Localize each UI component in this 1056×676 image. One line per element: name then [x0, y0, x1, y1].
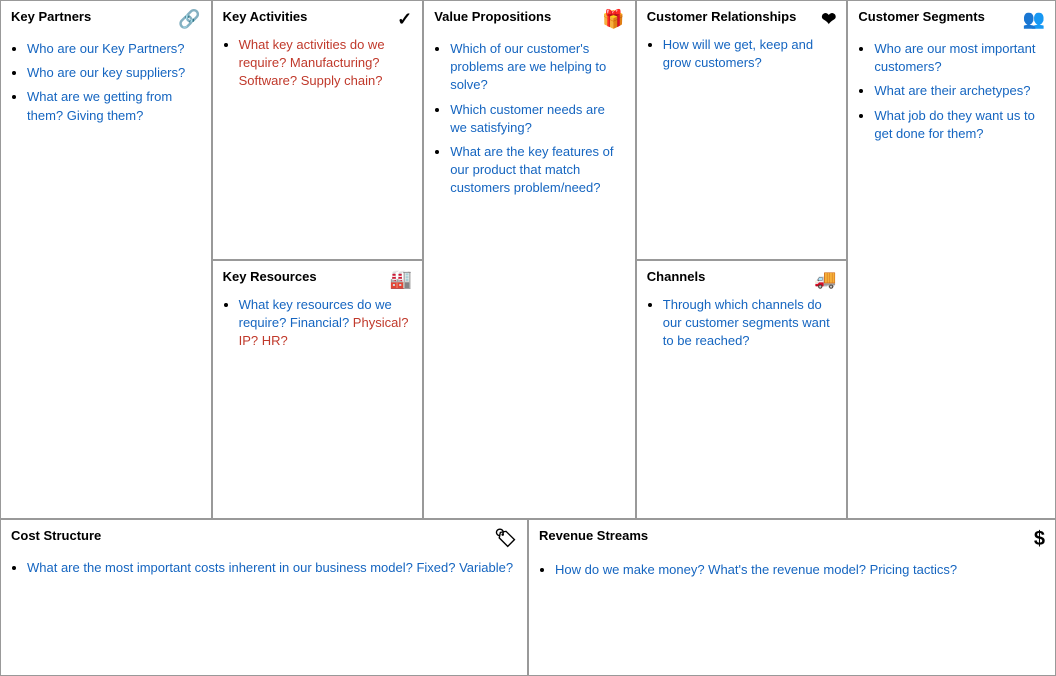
customer-segments-icon: 👥	[1023, 9, 1045, 30]
key-resources-list: What key resources do we require? Financ…	[223, 296, 413, 351]
list-item: Through which channels do our customer s…	[663, 296, 837, 351]
key-partners-header: Key Partners 🔗	[11, 9, 201, 30]
list-item: Which of our customer's problems are we …	[450, 40, 625, 95]
list-item: Who are our Key Partners?	[27, 40, 201, 58]
channels-title: Channels	[647, 269, 706, 284]
key-partners-list: Who are our Key Partners? Who are our ke…	[11, 40, 201, 131]
key-resources-title: Key Resources	[223, 269, 317, 284]
key-activities-icon: ✓	[397, 9, 412, 30]
channels-cell: Channels 🚚 Through which channels do our…	[637, 261, 847, 519]
channels-header: Channels 🚚	[647, 269, 837, 290]
revenue-streams-icon: $	[1034, 528, 1045, 551]
key-activities-list: What key activities do we require? Manuf…	[223, 36, 413, 91]
top-section: Key Partners 🔗 Who are our Key Partners?…	[1, 1, 1055, 520]
cost-structure-header: Cost Structure 🏷	[11, 528, 517, 549]
list-item: Who are our key suppliers?	[27, 64, 201, 82]
key-resources-icon: 🏭	[390, 269, 412, 290]
customer-relationships-header: Customer Relationships ❤	[647, 9, 837, 30]
key-resources-header: Key Resources 🏭	[223, 269, 413, 290]
revenue-streams-title: Revenue Streams	[539, 528, 648, 543]
list-item: What are their archetypes?	[874, 82, 1045, 100]
list-item: What are we getting from them? Giving th…	[27, 88, 201, 124]
list-item: Which customer needs are we satisfying?	[450, 101, 625, 137]
cost-structure-title: Cost Structure	[11, 528, 101, 543]
list-item: What key activities do we require? Manuf…	[239, 36, 413, 91]
value-propositions-list: Which of our customer's problems are we …	[434, 40, 625, 204]
list-item: How will we get, keep and grow customers…	[663, 36, 837, 72]
customer-segments-title: Customer Segments	[858, 9, 984, 24]
revenue-streams-list: How do we make money? What's the revenue…	[539, 561, 1045, 585]
activities-resources-col: Key Activities ✓ What key activities do …	[213, 1, 425, 518]
cost-structure-cell: Cost Structure 🏷 What are the most impor…	[1, 520, 529, 675]
value-propositions-cell: Value Propositions 🎁 Which of our custom…	[424, 1, 637, 518]
business-model-canvas: Key Partners 🔗 Who are our Key Partners?…	[0, 0, 1056, 676]
list-item: How do we make money? What's the revenue…	[555, 561, 1045, 579]
key-partners-title: Key Partners	[11, 9, 91, 24]
list-item: What are the key features of our product…	[450, 143, 625, 198]
value-propositions-header: Value Propositions 🎁	[434, 9, 625, 30]
revenue-streams-header: Revenue Streams $	[539, 528, 1045, 551]
customer-relationships-cell: Customer Relationships ❤ How will we get…	[637, 1, 847, 261]
revenue-streams-cell: Revenue Streams $ How do we make money? …	[529, 520, 1055, 675]
key-activities-header: Key Activities ✓	[223, 9, 413, 30]
list-item: What job do they want us to get done for…	[874, 107, 1045, 143]
key-resources-cell: Key Resources 🏭 What key resources do we…	[213, 261, 423, 519]
customer-segments-list: Who are our most important customers? Wh…	[858, 40, 1045, 149]
value-propositions-title: Value Propositions	[434, 9, 551, 24]
key-activities-cell: Key Activities ✓ What key activities do …	[213, 1, 423, 261]
list-item: What key resources do we require? Financ…	[239, 296, 413, 351]
cost-structure-icon: 🏷	[494, 528, 517, 549]
customer-segments-header: Customer Segments 👥	[858, 9, 1045, 30]
list-item: What are the most important costs inhere…	[27, 559, 517, 577]
relationships-channels-col: Customer Relationships ❤ How will we get…	[637, 1, 849, 518]
customer-relationships-title: Customer Relationships	[647, 9, 797, 24]
list-item: Who are our most important customers?	[874, 40, 1045, 76]
key-partners-icon: 🔗	[178, 9, 200, 30]
customer-segments-cell: Customer Segments 👥 Who are our most imp…	[848, 1, 1055, 518]
channels-list: Through which channels do our customer s…	[647, 296, 837, 351]
value-propositions-icon: 🎁	[602, 9, 624, 30]
key-partners-cell: Key Partners 🔗 Who are our Key Partners?…	[1, 1, 213, 518]
customer-relationships-icon: ❤	[821, 9, 836, 30]
bottom-section: Cost Structure 🏷 What are the most impor…	[1, 520, 1055, 675]
cost-structure-list: What are the most important costs inhere…	[11, 559, 517, 583]
customer-relationships-list: How will we get, keep and grow customers…	[647, 36, 837, 72]
channels-icon: 🚚	[814, 269, 836, 290]
key-activities-title: Key Activities	[223, 9, 308, 24]
